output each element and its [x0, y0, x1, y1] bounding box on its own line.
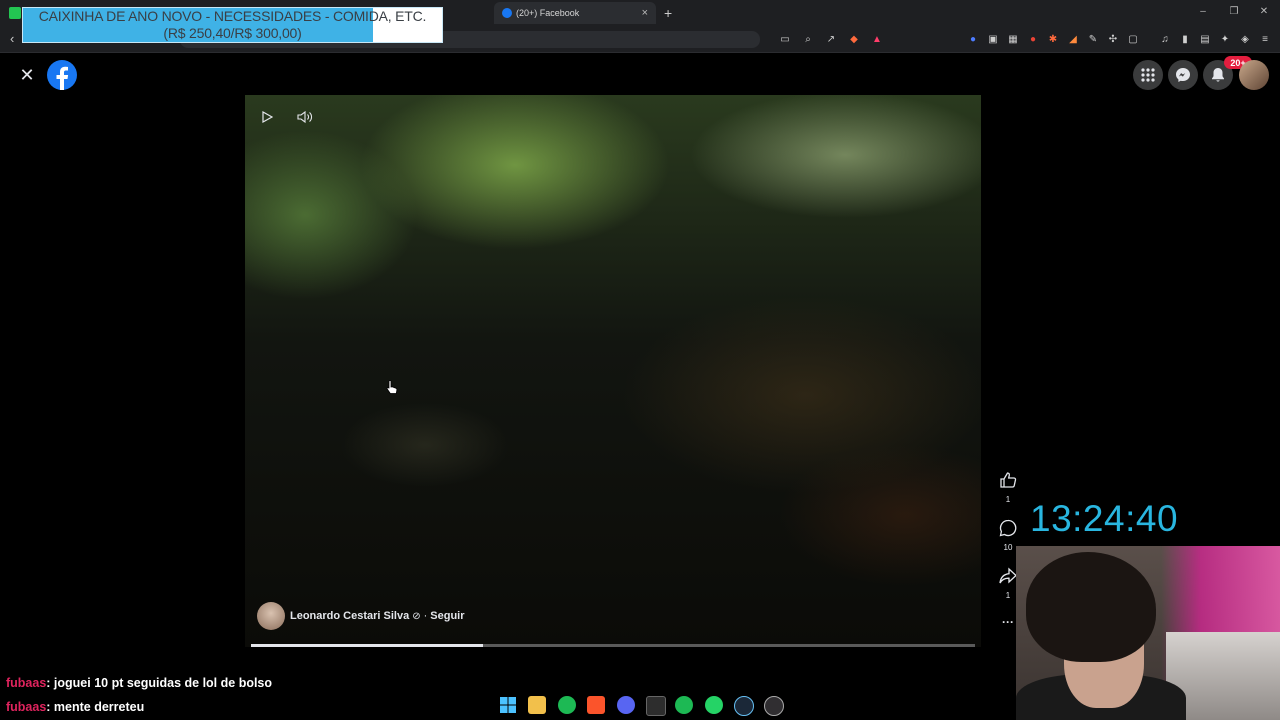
verified-badge-icon: ⊘ [412, 610, 421, 622]
bell-icon [1212, 68, 1224, 82]
chat-message: fubaas: joguei 10 pt seguidas de lol de … [6, 676, 272, 690]
extension-icon-5[interactable]: ✱ [1047, 33, 1059, 45]
play-icon [262, 111, 273, 123]
extension-icon-6[interactable]: ◢ [1067, 33, 1079, 45]
share-icon [999, 567, 1017, 584]
menu-grid-button[interactable] [1133, 60, 1163, 90]
file-explorer-icon[interactable] [528, 696, 546, 714]
donation-amount: (R$ 250,40/R$ 300,00) [163, 25, 302, 41]
brave-shield-icon[interactable]: ◆ [848, 33, 860, 45]
tab-close-icon[interactable]: × [642, 7, 648, 19]
extension-icon-4[interactable]: ● [1027, 33, 1039, 45]
donation-title: CAIXINHA DE ANO NOVO - NECESSIDADES - CO… [38, 8, 427, 24]
cast-icon[interactable]: ▭ [779, 33, 791, 45]
like-count: 1 [1005, 495, 1011, 504]
spotify-icon-2[interactable] [675, 696, 693, 714]
terminal-icon[interactable] [646, 696, 666, 716]
chat-username: fubaas [6, 700, 47, 714]
browser-tab-facebook[interactable]: (20+) Facebook × [494, 2, 656, 24]
video-player[interactable] [245, 95, 981, 647]
extension-icon-2[interactable]: ▣ [987, 33, 999, 45]
play-button[interactable] [256, 106, 278, 128]
comment-icon [999, 519, 1017, 537]
wallet-icon[interactable]: ▤ [1199, 33, 1211, 45]
minimize-button[interactable]: – [1196, 6, 1210, 17]
chat-username: fubaas [6, 676, 47, 690]
whatsapp-icon[interactable] [705, 696, 723, 714]
webcam-overlay [1016, 546, 1280, 720]
stream-clock: 13:24:40 [1030, 498, 1179, 539]
tab-title: (20+) Facebook [516, 8, 580, 18]
volume-button[interactable] [294, 106, 316, 128]
browser-app-icon [9, 7, 21, 19]
zoom-icon[interactable]: ⌕ [802, 33, 814, 45]
new-tab-button[interactable]: + [664, 5, 672, 21]
video-author-row: Leonardo Cestari Silva ⊘ · Seguir [257, 602, 465, 630]
brave-rewards-icon[interactable]: ▲ [871, 33, 883, 45]
vpn-icon[interactable]: ◈ [1239, 33, 1251, 45]
author-avatar[interactable] [257, 602, 285, 630]
like-icon [1000, 472, 1017, 488]
sidebar-icon[interactable]: ▮ [1179, 33, 1191, 45]
account-avatar[interactable] [1239, 60, 1269, 90]
extension-icon-7[interactable]: ✎ [1087, 33, 1099, 45]
chat-text: : joguei 10 pt seguidas de lol de bolso [46, 676, 273, 690]
like-button[interactable]: 1 [996, 471, 1020, 504]
donation-overlay: CAIXINHA DE ANO NOVO - NECESSIDADES - CO… [22, 7, 443, 43]
brave-browser-icon[interactable] [587, 696, 605, 714]
author-name[interactable]: Leonardo Cestari Silva [290, 610, 409, 622]
obs-icon[interactable] [764, 696, 784, 716]
grid-icon [1141, 68, 1155, 82]
messenger-button[interactable] [1168, 60, 1198, 90]
volume-icon [297, 110, 312, 124]
extension-icon-3[interactable]: ▦ [1007, 33, 1019, 45]
share-page-icon[interactable]: ↗ [825, 33, 837, 45]
chat-text: : mente derreteu [46, 700, 145, 714]
author-separator: · [423, 610, 428, 622]
extension-icon-1[interactable]: ● [967, 33, 979, 45]
video-progress-bar[interactable] [251, 644, 975, 647]
windows-start-icon[interactable] [499, 696, 517, 714]
leo-icon[interactable]: ✦ [1219, 33, 1231, 45]
follow-link[interactable]: Seguir [430, 610, 464, 622]
extension-icon-8[interactable]: ▢ [1127, 33, 1139, 45]
menu-icon[interactable]: ≡ [1259, 33, 1271, 45]
back-icon[interactable]: ‹ [10, 31, 14, 46]
close-viewer-button[interactable]: ✕ [16, 64, 38, 86]
hand-cursor-icon [386, 379, 398, 400]
facebook-logo-icon[interactable] [47, 60, 77, 90]
close-window-button[interactable]: ✕ [1257, 6, 1271, 17]
video-progress-fill [251, 644, 483, 647]
messenger-icon [1176, 68, 1190, 82]
spotify-icon[interactable] [558, 696, 576, 714]
restore-button[interactable]: ❐ [1227, 6, 1241, 17]
steam-icon[interactable] [734, 696, 754, 716]
extensions-puzzle-icon[interactable]: ✣ [1107, 33, 1119, 45]
facebook-favicon-icon [502, 8, 512, 18]
discord-icon[interactable] [617, 696, 635, 714]
chat-message: fubaas: mente derreteu [6, 700, 144, 714]
media-icon[interactable]: ♫ [1159, 33, 1171, 45]
